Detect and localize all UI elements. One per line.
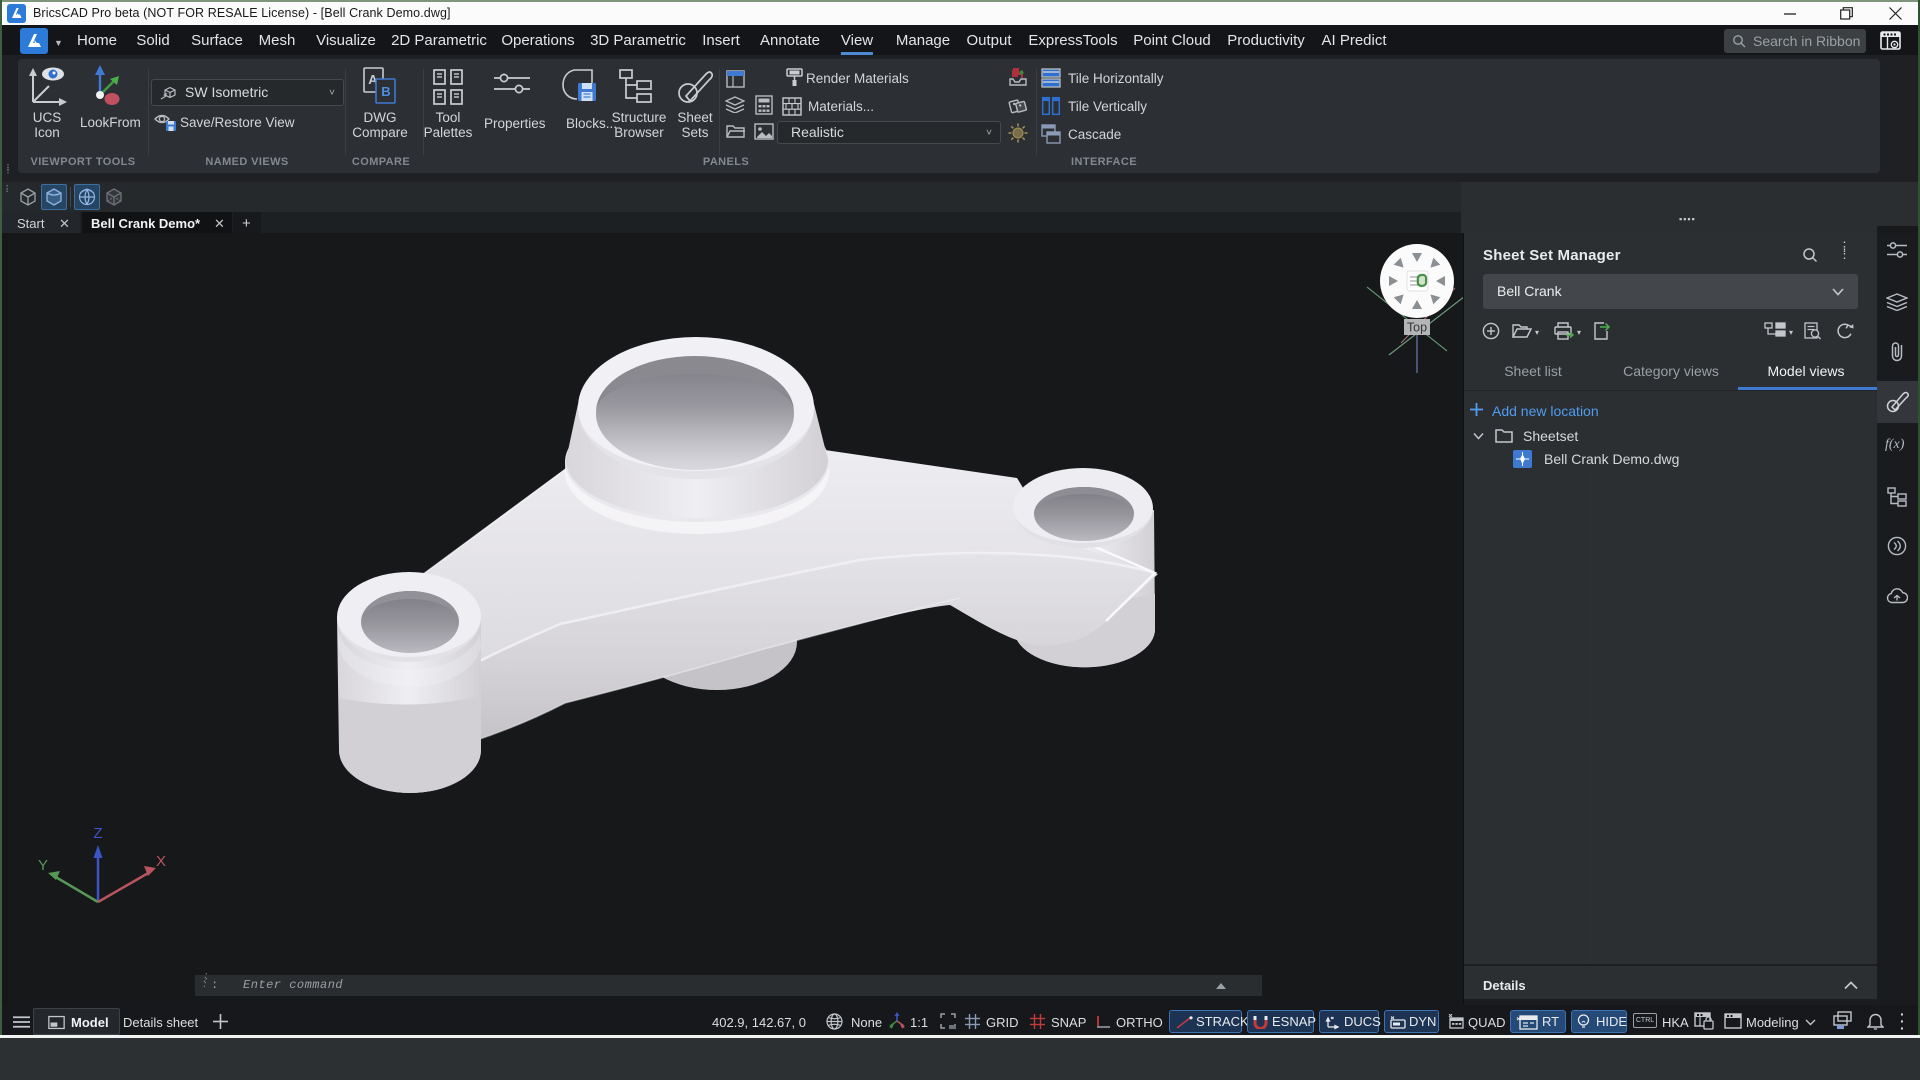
svg-text:Top: Top bbox=[1407, 321, 1427, 335]
svg-text:B: B bbox=[381, 84, 390, 99]
svg-text:Y: Y bbox=[38, 857, 48, 874]
svg-text:X: X bbox=[156, 853, 166, 870]
svg-text:Z: Z bbox=[93, 825, 102, 842]
